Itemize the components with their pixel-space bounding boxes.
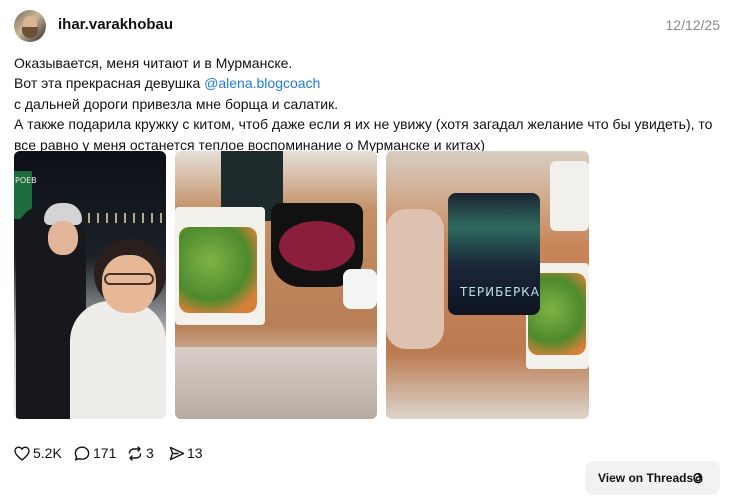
threads-logo-icon — [693, 472, 703, 484]
mention-link[interactable]: @alena.blogcoach — [204, 75, 320, 91]
view-on-threads-label: View on Threads — [598, 471, 694, 485]
like-count: 5.2K — [33, 445, 62, 461]
send-icon — [169, 446, 185, 461]
share-count: 13 — [187, 445, 203, 461]
post-date[interactable]: 12/12/25 — [666, 17, 721, 33]
photo-sign-text: РОЕВ — [15, 176, 37, 185]
view-on-threads-button[interactable]: View on Threads — [585, 461, 720, 495]
avatar[interactable] — [14, 10, 46, 42]
post-text-segment: Вот эта прекрасная девушка — [14, 75, 205, 92]
repost-count: 3 — [146, 445, 154, 461]
username[interactable]: ihar.varakhobau — [58, 16, 173, 33]
comment-icon — [74, 446, 90, 461]
post-text: Оказывается, меня читают и в Мурманске. … — [14, 53, 726, 155]
post-header: ihar.varakhobau 12/12/25 — [14, 10, 720, 42]
post-text-line: Вот эта прекрасная девушка @alena.blogco… — [14, 73, 726, 93]
heart-icon — [14, 446, 30, 461]
post-text-line: с дальней дороги привезла мне борща и са… — [14, 95, 339, 112]
mug-text: ТЕРИБЕРКА — [460, 285, 540, 299]
repost-icon — [128, 446, 142, 461]
photo-selfie[interactable]: РОЕВ — [14, 151, 166, 419]
post-text-line: Оказывается, меня читают и в Мурманске. — [14, 55, 293, 71]
photo-mug[interactable]: ТЕРИБЕРКА — [386, 151, 589, 419]
photo-food[interactable] — [175, 151, 377, 419]
post-text-line: А также подарила кружку с китом, чтоб да… — [14, 116, 713, 133]
reply-count: 171 — [93, 445, 117, 461]
